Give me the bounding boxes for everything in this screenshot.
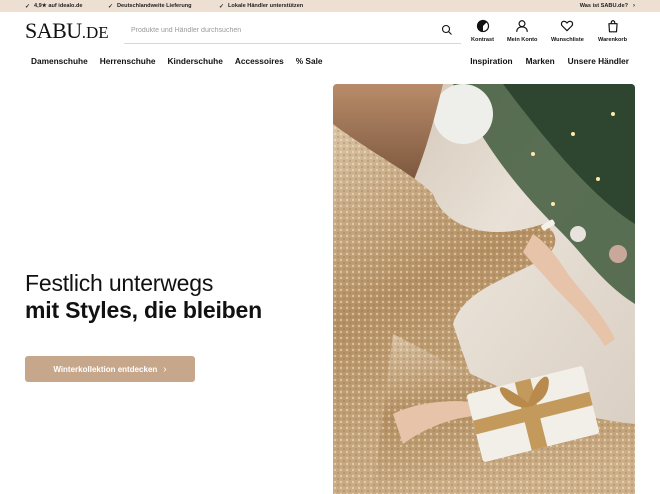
main-nav: Damenschuhe Herrenschuhe Kinderschuhe Ac… <box>31 55 323 67</box>
logo[interactable]: SABU .DE <box>25 17 109 43</box>
hero-title-line2: mit Styles, die bleiben <box>25 297 262 323</box>
cart-label: Warenkorb <box>598 37 628 43</box>
wishlist-label: Wunschliste <box>551 37 584 43</box>
contrast-label: Kontrast <box>471 37 494 43</box>
heart-icon <box>561 20 574 32</box>
wishlist-button[interactable]: Wunschliste <box>551 19 584 47</box>
logo-suffix: .DE <box>81 23 109 42</box>
chevron-right-icon: › <box>633 3 635 9</box>
usp-item: ✓ Lokale Händler unterstützen <box>219 0 303 12</box>
winter-collection-button[interactable]: Winterkollektion entdecken › <box>25 356 195 382</box>
about-link[interactable]: Was ist SABU.de? › <box>580 0 635 12</box>
logo-main: SABU <box>25 18 82 43</box>
usp-item-label: Lokale Händler unterstützen <box>228 3 304 9</box>
contrast-button[interactable]: Kontrast <box>471 19 494 47</box>
nav-item-herrenschuhe[interactable]: Herrenschuhe <box>100 56 156 66</box>
about-link-label[interactable]: Was ist SABU.de? <box>580 3 628 9</box>
cart-button[interactable]: Warenkorb <box>598 19 627 47</box>
search-icon[interactable] <box>441 24 453 36</box>
nav-item-kinderschuhe[interactable]: Kinderschuhe <box>168 56 223 66</box>
usp-item-label: Deutschlandweite Lieferung <box>117 3 192 9</box>
cta-label: Winterkollektion entdecken <box>53 364 158 374</box>
nav-item-damenschuhe[interactable]: Damenschuhe <box>31 56 88 66</box>
nav-item-sale[interactable]: % Sale <box>296 56 323 66</box>
usp-item: ✓ 4,9★ auf idealo.de <box>25 0 83 12</box>
check-icon: ✓ <box>219 3 225 10</box>
check-icon: ✓ <box>25 3 31 10</box>
user-icon <box>516 20 529 32</box>
check-icon: ✓ <box>108 3 114 10</box>
usp-item-label: 4,9★ auf idealo.de <box>34 3 83 9</box>
search-bar <box>124 17 461 44</box>
usp-item: ✓ Deutschlandweite Lieferung <box>108 0 192 12</box>
hero-image <box>333 84 635 494</box>
account-button[interactable]: Mein Konto <box>507 19 537 47</box>
hero-title-line1: Festlich unterwegs <box>25 270 214 296</box>
hero-illustration <box>333 84 635 494</box>
bag-icon <box>607 20 618 33</box>
search-input[interactable] <box>124 26 424 34</box>
chevron-right-icon: › <box>163 363 167 375</box>
secondary-nav: Inspiration Marken Unsere Händler <box>470 55 629 67</box>
nav-item-haendler[interactable]: Unsere Händler <box>568 56 629 66</box>
nav-item-accessoires[interactable]: Accessoires <box>235 56 284 66</box>
nav-item-marken[interactable]: Marken <box>526 56 555 66</box>
nav-item-inspiration[interactable]: Inspiration <box>470 56 512 66</box>
account-label: Mein Konto <box>507 37 538 43</box>
usp-bar: ✓ 4,9★ auf idealo.de ✓ Deutschlandweite … <box>0 0 660 12</box>
contrast-icon <box>476 19 489 33</box>
